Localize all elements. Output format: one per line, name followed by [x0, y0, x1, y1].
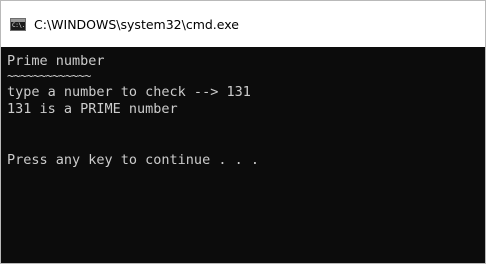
console-output-area[interactable]: Prime number ~~~~~~~~~~~~~ type a number…: [1, 47, 485, 263]
console-line-continue: Press any key to continue . . .: [7, 152, 259, 168]
cmd-icon-text: C:\.: [12, 21, 25, 29]
console-line-result: 131 is a PRIME number: [7, 101, 178, 117]
console-line-blank-2: [7, 135, 485, 152]
console-line-underline: ~~~~~~~~~~~~~: [7, 69, 91, 83]
console-line-prompt: type a number to check --> 131: [7, 84, 251, 100]
window-title: C:\WINDOWS\system32\cmd.exe: [34, 16, 239, 32]
console-line-title: Prime number: [7, 53, 105, 69]
cmd-window: C:\. C:\WINDOWS\system32\cmd.exe Prime n…: [0, 0, 486, 264]
cmd-console-icon[interactable]: C:\.: [10, 17, 26, 31]
console-line-blank-1: [7, 118, 485, 135]
title-bar[interactable]: C:\. C:\WINDOWS\system32\cmd.exe: [1, 1, 485, 47]
